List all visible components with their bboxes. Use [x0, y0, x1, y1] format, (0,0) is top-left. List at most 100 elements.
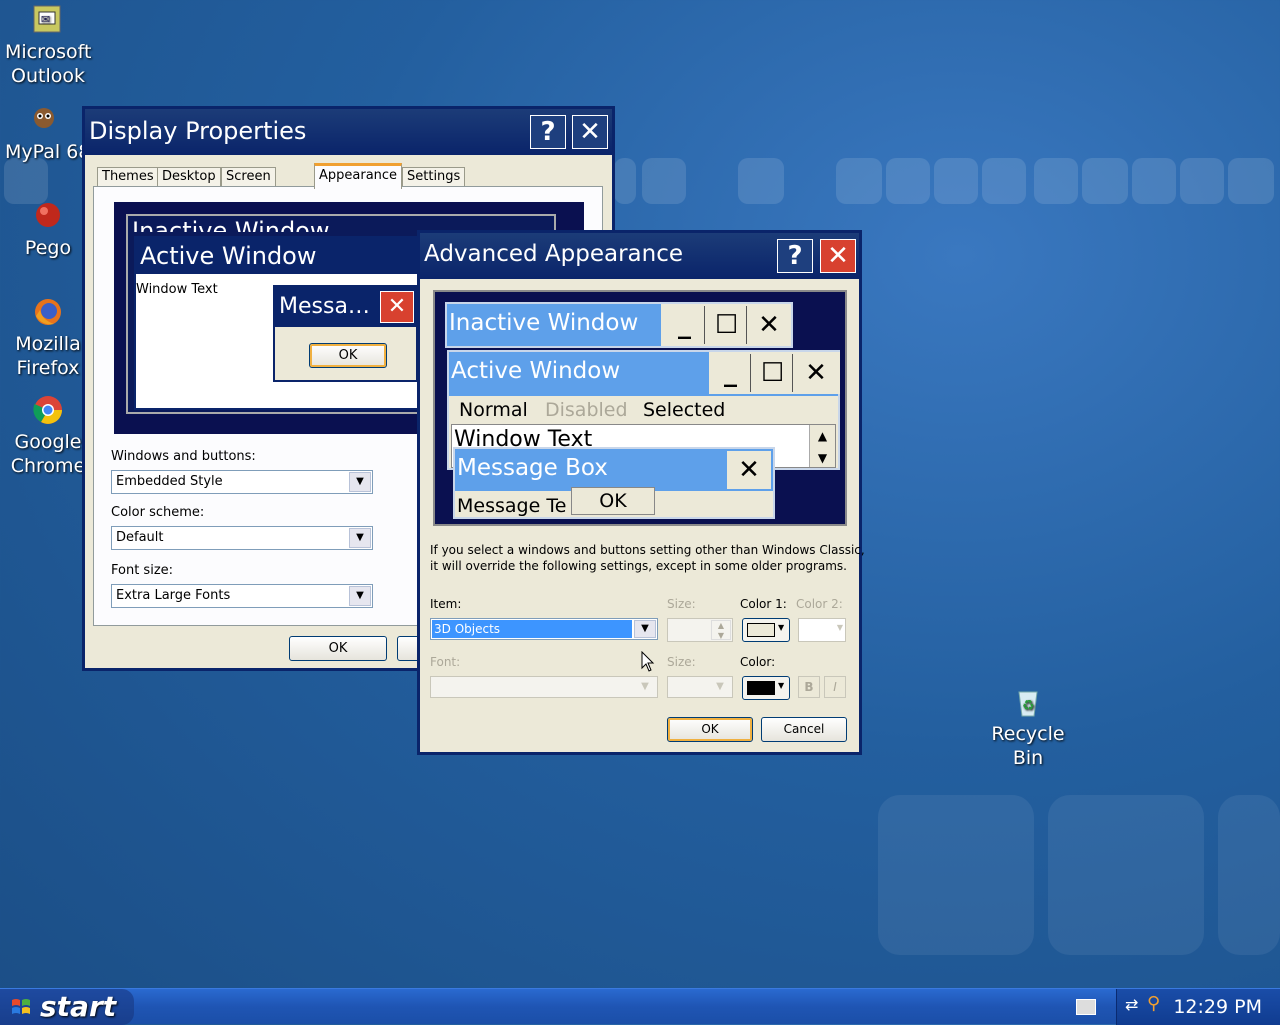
recycle-bin-icon: ♻ [1012, 686, 1044, 718]
font-color-label: Color: [740, 655, 776, 669]
close-button[interactable]: ✕ [572, 115, 608, 149]
size-label: Size: [667, 597, 696, 611]
chevron-down-icon[interactable]: ▼ [634, 678, 656, 696]
mouse-cursor-icon [641, 651, 655, 672]
bold-button[interactable]: B [798, 676, 820, 698]
display-properties-titlebar[interactable]: Display Properties ? ✕ [85, 109, 612, 155]
tab-settings[interactable]: Settings [402, 167, 466, 187]
preview-message-box: Message Box ✕ Message Te OK [453, 447, 775, 519]
tab-themes[interactable]: Themes [97, 167, 159, 187]
desktop-icon-chrome[interactable]: Google Chrome [5, 394, 91, 478]
preview-close-icon: ✕ [380, 291, 414, 323]
windows-buttons-select[interactable]: Embedded Style ▼ [111, 470, 373, 494]
font-size-label: Size: [667, 655, 696, 669]
search-icon[interactable]: ⚲ [1147, 993, 1160, 1014]
start-button[interactable]: start [0, 989, 134, 1025]
font-color-swatch [747, 681, 775, 695]
chevron-down-icon[interactable]: ▼ [349, 528, 371, 548]
desktop-icon-label: Mozilla Firefox [15, 333, 81, 379]
chevron-down-icon: ▼ [778, 623, 785, 632]
advanced-appearance-titlebar[interactable]: Advanced Appearance ? ✕ [420, 233, 859, 279]
font-size-select[interactable]: ▼ [667, 676, 733, 698]
window-title: Display Properties [89, 117, 307, 145]
network-icon[interactable]: ⇄ [1125, 995, 1138, 1014]
desktop-icon-outlook[interactable]: ✉ Microsoft Outlook [5, 4, 91, 88]
tab-screen-saver[interactable]: Screen Saver [221, 167, 276, 202]
preview-message-titlebar: Message Box ✕ [455, 449, 773, 491]
wallpaper-tile [614, 158, 636, 204]
color1-swatch [747, 623, 775, 637]
wallpaper-tile [982, 158, 1026, 204]
font-size-label: Font size: [111, 563, 174, 578]
help-button[interactable]: ? [777, 239, 813, 273]
desktop-icon-mypal[interactable]: MyPal 68 [5, 104, 83, 164]
font-select[interactable]: ▼ [430, 676, 658, 698]
spinner-arrows-icon[interactable]: ▲ ▼ [711, 620, 731, 640]
wallpaper-tile [1048, 795, 1204, 955]
advanced-appearance-dialog: Advanced Appearance ? ✕ Inactive Window … [417, 230, 865, 755]
cancel-button[interactable]: Cancel [761, 717, 847, 742]
wallpaper-tile [1034, 158, 1078, 204]
wallpaper-tile [1132, 158, 1176, 204]
help-button[interactable]: ? [530, 115, 566, 149]
preview-ok-button: OK [309, 343, 387, 368]
wallpaper-tile [1180, 158, 1224, 204]
pego-icon [32, 200, 64, 232]
windows-buttons-label: Windows and buttons: [111, 449, 256, 464]
chrome-icon [32, 394, 64, 426]
chevron-down-icon[interactable]: ▼ [349, 586, 371, 606]
size-spinner[interactable]: ▲ ▼ [667, 618, 733, 642]
outlook-icon: ✉ [32, 4, 64, 36]
maximize-icon: ☐ [707, 306, 747, 344]
tab-desktop[interactable]: Desktop [157, 167, 221, 187]
menu-disabled: Disabled [545, 399, 628, 421]
windows-buttons-value: Embedded Style [116, 474, 223, 489]
font-size-select[interactable]: Extra Large Fonts ▼ [111, 584, 373, 608]
close-button[interactable]: ✕ [820, 239, 856, 273]
desktop-icon-label: Microsoft Outlook [5, 41, 92, 87]
color2-label: Color 2: [796, 597, 843, 611]
start-label: start [40, 990, 117, 1023]
wallpaper-tile [934, 158, 978, 204]
color-scheme-label: Color scheme: [111, 505, 205, 520]
preview-inactive-title: Inactive Window [449, 310, 639, 336]
preview-inactive-window: Inactive Window _ ☐ ✕ [445, 302, 793, 348]
ok-button[interactable]: OK [289, 636, 387, 661]
preview-message-text: Message Te [457, 495, 567, 517]
desktop-icon-pego[interactable]: Pego [5, 200, 91, 260]
color-scheme-select[interactable]: Default ▼ [111, 526, 373, 550]
wallpaper-tile [642, 158, 686, 204]
color1-label: Color 1: [740, 597, 787, 611]
clock: 12:29 PM [1173, 996, 1262, 1018]
desktop-icon-firefox[interactable]: Mozilla Firefox [5, 296, 91, 380]
font-color-picker[interactable]: ▼ [742, 676, 790, 700]
wallpaper-tile [836, 158, 882, 204]
chevron-down-icon[interactable]: ▼ [349, 472, 371, 492]
minimize-icon: _ [665, 306, 705, 344]
font-label: Font: [430, 655, 461, 669]
info-text-1: If you select a windows and buttons sett… [430, 543, 865, 557]
preview-inactive-title: Inactive Window [132, 217, 330, 232]
keyboard-icon[interactable] [1076, 999, 1096, 1015]
color2-picker[interactable]: ▼ [798, 618, 846, 642]
item-select[interactable]: 3D Objects ▼ [430, 618, 658, 640]
firefox-icon [32, 296, 64, 328]
preview-ok-button: OK [571, 487, 655, 515]
desktop-icon-recycle-bin[interactable]: ♻ Recycle Bin [985, 686, 1071, 770]
close-icon: ✕ [805, 358, 827, 388]
menu-selected: Selected [643, 399, 726, 421]
tab-appearance[interactable]: Appearance [314, 163, 403, 189]
chevron-down-icon[interactable]: ▼ [634, 620, 656, 638]
italic-button[interactable]: I [824, 676, 846, 698]
ok-button[interactable]: OK [667, 717, 753, 742]
system-tray: ⇄ ⚲ 12:29 PM [1116, 989, 1280, 1025]
wallpaper-tile [1218, 795, 1280, 955]
wallpaper-tile [878, 795, 1034, 955]
color1-picker[interactable]: ▼ [742, 618, 790, 642]
wallpaper-tile [1228, 158, 1274, 204]
chevron-down-icon[interactable]: ▼ [709, 678, 731, 696]
dialog-title: Advanced Appearance [424, 241, 684, 267]
preview-active-titlebar: Active Window _ ☐ ✕ [449, 352, 840, 396]
chevron-down-icon: ▼ [778, 681, 785, 690]
windows-logo-icon [12, 999, 30, 1014]
